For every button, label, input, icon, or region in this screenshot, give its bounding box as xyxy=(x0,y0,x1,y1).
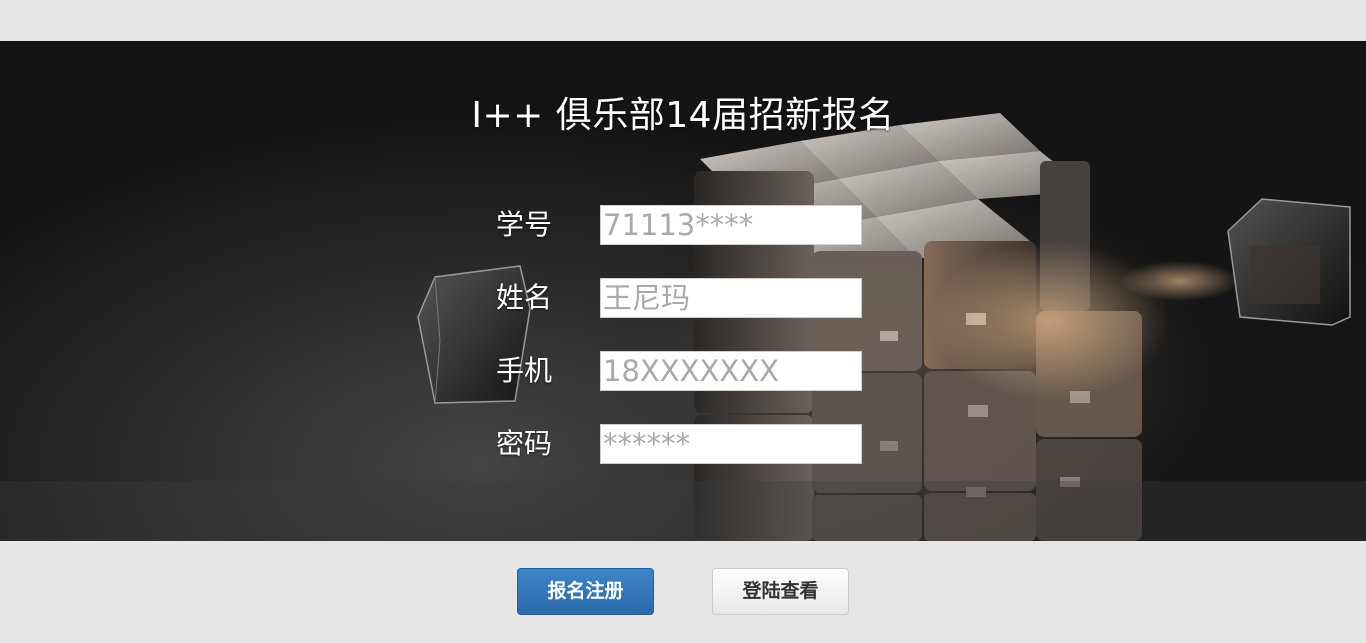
page: I++ 俱乐部14届招新报名 学号 姓名 手机 密码 报名注册 登陆查看 xyxy=(0,0,1366,643)
login-view-button[interactable]: 登陆查看 xyxy=(712,568,849,615)
password-label: 密码 xyxy=(496,427,553,460)
page-title: I++ 俱乐部14届招新报名 xyxy=(471,95,895,136)
password-input[interactable] xyxy=(600,424,862,464)
glass-cube-right xyxy=(1227,198,1351,326)
name-input[interactable] xyxy=(600,278,862,318)
register-button[interactable]: 报名注册 xyxy=(517,568,654,615)
student-id-input[interactable] xyxy=(600,205,862,245)
phone-input[interactable] xyxy=(600,351,862,391)
phone-label: 手机 xyxy=(496,354,553,387)
student-id-label: 学号 xyxy=(496,208,553,241)
name-label: 姓名 xyxy=(496,281,553,314)
